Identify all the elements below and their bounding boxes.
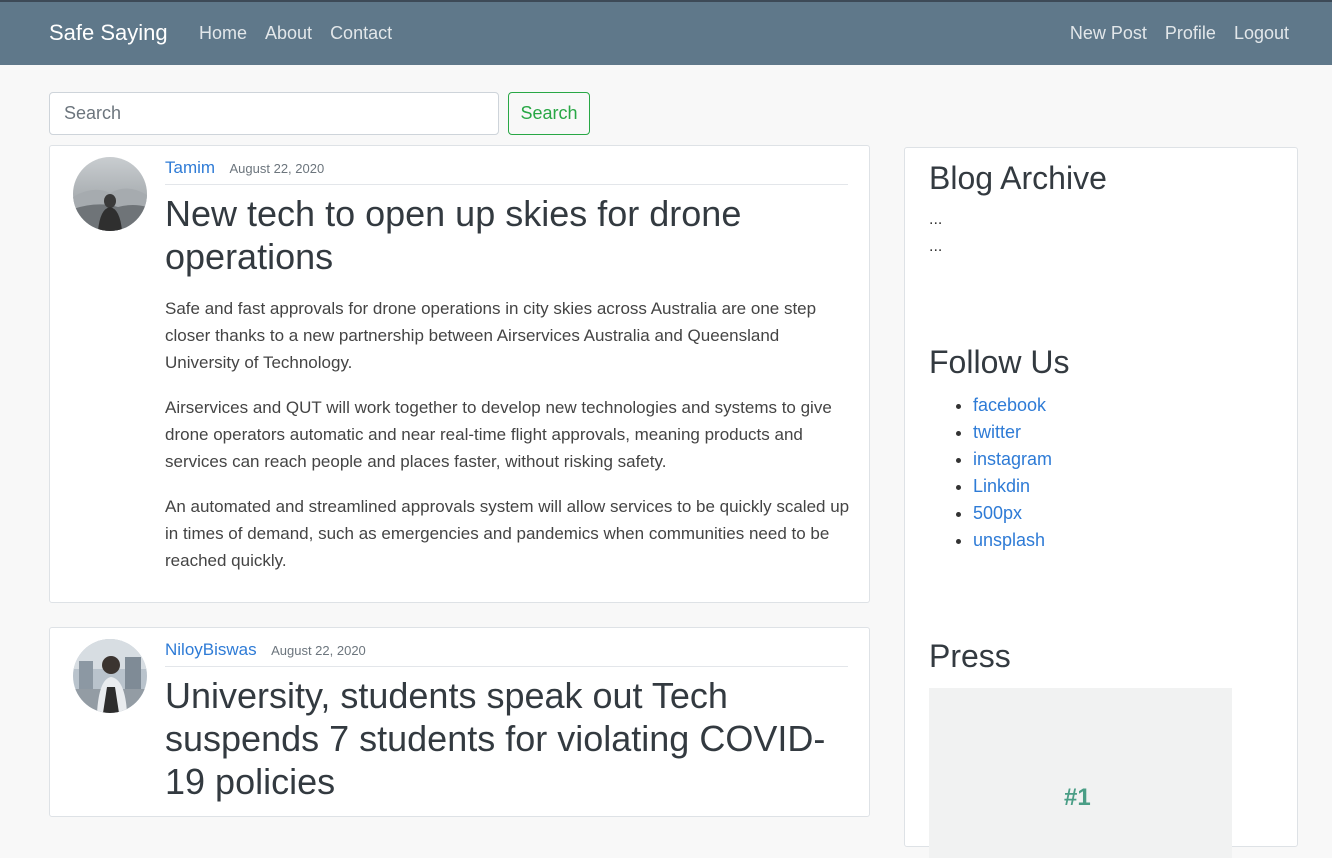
author-avatar — [73, 639, 147, 713]
post-meta: Tamim August 22, 2020 — [165, 158, 848, 185]
archive-heading: Blog Archive — [929, 160, 1107, 196]
nav-about-link[interactable]: About — [265, 23, 312, 44]
twitter-link[interactable]: twitter — [973, 422, 1021, 442]
500px-link[interactable]: 500px — [973, 503, 1022, 523]
post-paragraph: Airservices and QUT will work together t… — [165, 398, 832, 471]
post-meta: NiloyBiswas August 22, 2020 — [165, 640, 848, 667]
nav-logout-link[interactable]: Logout — [1234, 23, 1289, 44]
post-title[interactable]: New tech to open up skies for drone oper… — [165, 192, 855, 278]
nav-profile-link[interactable]: Profile — [1165, 23, 1216, 44]
facebook-link[interactable]: facebook — [973, 395, 1046, 415]
search-input[interactable] — [49, 92, 499, 135]
press-badge: #1 — [1064, 784, 1091, 811]
follow-list: facebook twitter instagram Linkdin 500px… — [973, 392, 1052, 554]
follow-heading: Follow Us — [929, 344, 1070, 380]
instagram-link[interactable]: instagram — [973, 449, 1052, 469]
nav-left: Home About Contact — [199, 23, 392, 44]
nav-contact-link[interactable]: Contact — [330, 23, 392, 44]
list-item: Linkdin — [973, 473, 1052, 500]
navbar: Safe Saying Home About Contact New Post … — [0, 2, 1332, 65]
author-link[interactable]: Tamim — [165, 158, 215, 177]
archive-item[interactable]: ... — [929, 233, 942, 260]
nav-home-link[interactable]: Home — [199, 23, 247, 44]
author-avatar — [73, 157, 147, 231]
search-button[interactable]: Search — [508, 92, 590, 135]
list-item: unsplash — [973, 527, 1052, 554]
post-paragraph: Safe and fast approvals for drone operat… — [165, 299, 817, 372]
unsplash-link[interactable]: unsplash — [973, 530, 1045, 550]
list-item: facebook — [973, 392, 1052, 419]
post-date: August 22, 2020 — [271, 643, 366, 658]
press-heading: Press — [929, 638, 1011, 674]
archive-list: ... ... — [929, 206, 942, 260]
list-item: 500px — [973, 500, 1052, 527]
post-title[interactable]: University, students speak out Tech susp… — [165, 674, 855, 803]
post-date: August 22, 2020 — [229, 161, 325, 176]
post-paragraph: An automated and streamlined approvals s… — [165, 497, 850, 570]
press-image[interactable]: #1 — [929, 688, 1232, 858]
brand-link[interactable]: Safe Saying — [49, 20, 168, 46]
author-link[interactable]: NiloyBiswas — [165, 640, 257, 659]
post-body: Safe and fast approvals for drone operat… — [165, 295, 855, 592]
nav-new-post-link[interactable]: New Post — [1070, 23, 1147, 44]
sidebar: Blog Archive ... ... Follow Us facebook … — [904, 147, 1298, 858]
linkedin-link[interactable]: Linkdin — [973, 476, 1030, 496]
archive-item[interactable]: ... — [929, 206, 942, 233]
list-item: twitter — [973, 419, 1052, 446]
post-card: Tamim August 22, 2020 New tech to open u… — [49, 145, 870, 603]
list-item: instagram — [973, 446, 1052, 473]
post-card: NiloyBiswas August 22, 2020 University, … — [49, 627, 870, 817]
nav-right: New Post Profile Logout — [1070, 23, 1289, 44]
